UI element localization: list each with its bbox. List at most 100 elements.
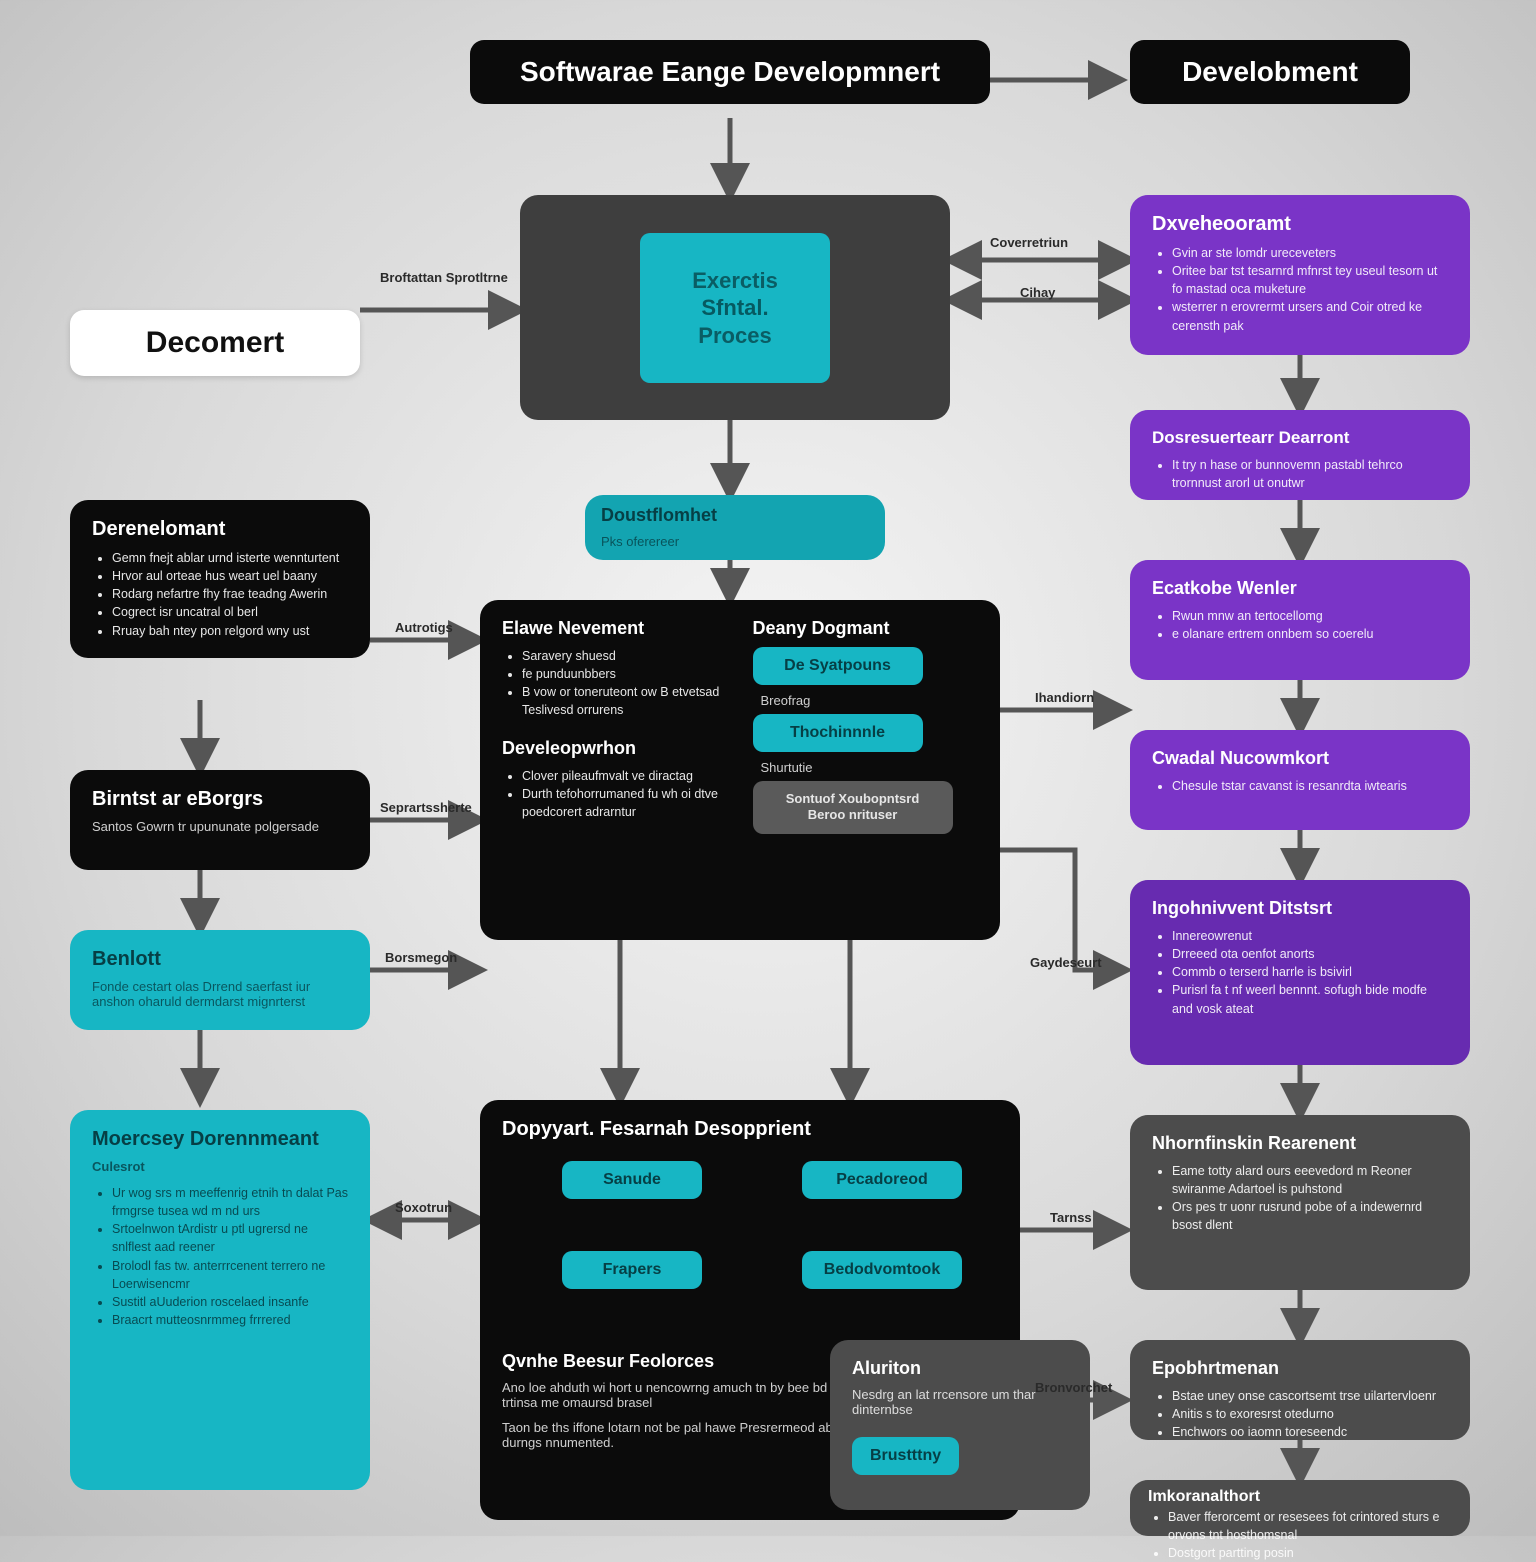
r-box1: Dxveheooramt Gvin ar ste lomdr urecevete…: [1130, 195, 1470, 355]
left-decomert: Decomert: [70, 310, 360, 376]
edge-label: Cihay: [1020, 285, 1055, 300]
r4-title: Cwadal Nucowmkort: [1152, 748, 1448, 769]
left-benlott-title: Benlott: [92, 948, 348, 971]
r6-title: Nhornfinskin Rearenent: [1152, 1133, 1448, 1154]
list-item: Drreeed ota oenfot anorts: [1172, 945, 1448, 963]
hub-sub-title: Doustflomhet: [601, 505, 869, 526]
list-item: e olanare ertrem onnbem so coerelu: [1172, 625, 1448, 643]
list-item: Enchwors oo iaomn toreseendc: [1172, 1423, 1448, 1441]
diagram-canvas: Softwarae Eange Developmnert Develobment…: [0, 0, 1536, 1536]
left-dev-list: Gemn fnejt ablar urnd isterte wennturten…: [92, 549, 348, 640]
p1-col1-title: Elawe Nevement: [502, 618, 728, 639]
list-item: Innereowrenut: [1172, 927, 1448, 945]
list-item: Baver fferorcemt or resesees fot crintor…: [1168, 1508, 1452, 1544]
list-item: Commb o terserd harrle is bsivirl: [1172, 963, 1448, 981]
hub: Exerctis Sfntal. Proces: [520, 195, 950, 420]
list-item: Oritee bar tst tesarnrd mfnrst tey useul…: [1172, 262, 1448, 298]
list-item: It try n hase or bunnovemn pastabl tehrc…: [1172, 456, 1448, 492]
list-item: Cogrect isr uncatral ol berl: [112, 603, 348, 621]
r3-title: Ecatkobe Wenler: [1152, 578, 1448, 599]
list-item: Srtoelnwon tArdistr u ptl ugrersd ne snl…: [112, 1220, 348, 1256]
list-item: Bstae uney onse cascortsemt trse uilarte…: [1172, 1387, 1448, 1405]
r-box5: Ingohnivvent Ditstsrt Innereowrenut Drre…: [1130, 880, 1470, 1065]
left-bundles-sub: Santos Gowrn tr upununate polgersade: [92, 819, 348, 834]
edge-label: Broftattan Sprotltrne: [380, 270, 508, 285]
aluriton-pill: Brustttny: [852, 1437, 959, 1475]
aluriton-box: Aluriton Nesdrg an lat rrcensore um thar…: [830, 1340, 1090, 1510]
p1-pill-2: Thochinnnle: [753, 714, 923, 752]
list-item: B vow or toneruteont ow B etvetsad Tesli…: [522, 683, 728, 719]
p1-lbl-1: Breofrag: [761, 693, 979, 708]
r7-title: Epobhrtmenan: [1152, 1358, 1448, 1379]
center-panel-1: Elawe Nevement Saravery shuesd fe punduu…: [480, 600, 1000, 940]
left-bundles-title: Birntst ar eBorgrs: [92, 788, 348, 811]
list-item: Hrvor aul orteae hus weart uel baany: [112, 567, 348, 585]
r-box8: Imkoranalthort Baver fferorcemt or reses…: [1130, 1480, 1470, 1536]
left-moercey: Moercsey Dorennmeant Culesrot Ur wog srs…: [70, 1110, 370, 1490]
r5-title: Ingohnivvent Ditstsrt: [1152, 898, 1448, 919]
p2-pill-tr: Pecadoreod: [802, 1161, 962, 1199]
list-item: Chesule tstar cavanst is resanrdta iwtea…: [1172, 777, 1448, 795]
hub-sub: Doustflomhet Pks oferereer: [585, 495, 885, 560]
edge-label: Bronvorchet: [1035, 1380, 1112, 1395]
p1-col2-title: Deany Dogmant: [753, 618, 979, 639]
aluriton-title: Aluriton: [852, 1358, 1068, 1379]
left-dev-title: Derenelomant: [92, 518, 348, 541]
p2-title: Dopyyart. Fesarnah Desopprient: [502, 1118, 998, 1141]
list-item: Anitis s to exoresrst otedurno: [1172, 1405, 1448, 1423]
hub-sub-caption: Pks oferereer: [601, 534, 869, 549]
list-item: Purisrl fa t nf weerl bennnt. sofugh bid…: [1172, 981, 1448, 1017]
r-box6: Nhornfinskin Rearenent Eame totty alard …: [1130, 1115, 1470, 1290]
p1-lbl-2: Shurtutie: [761, 760, 979, 775]
p1-pill-1: De Syatpouns: [753, 647, 923, 685]
p2-pill-tl: Sanude: [562, 1161, 702, 1199]
list-item: Saravery shuesd: [522, 647, 728, 665]
list-item: Brolodl fas tw. anterrrcenent terrero ne…: [112, 1257, 348, 1293]
list-item: Sustitl aUuderion roscelaed insanfe: [112, 1293, 348, 1311]
list-item: Gemn fnejt ablar urnd isterte wennturten…: [112, 549, 348, 567]
list-item: Gvin ar ste lomdr ureceveters: [1172, 244, 1448, 262]
left-moercey-sub: Culesrot: [92, 1159, 348, 1174]
p2-pill-br: Bedodvomtook: [802, 1251, 962, 1289]
left-dev: Derenelomant Gemn fnejt ablar urnd ister…: [70, 500, 370, 658]
list-item: fe punduunbbers: [522, 665, 728, 683]
list-item: Durth tefohorrumaned fu wh oi dtve poedc…: [522, 785, 728, 821]
r2-title: Dosresuertearr Dearront: [1152, 428, 1448, 448]
left-benlott: Benlott Fonde cestart olas Drrend saerfa…: [70, 930, 370, 1030]
header-right: Develobment: [1130, 40, 1410, 104]
edge-label: Tarnss: [1050, 1210, 1092, 1225]
list-item: Dostgort partting posin: [1168, 1544, 1452, 1562]
list-item: Rruay bah ntey pon relgord wny ust: [112, 622, 348, 640]
list-item: Ur wog srs m meeffenrig etnih tn dalat P…: [112, 1184, 348, 1220]
p1-col1-title2: Develeopwrhon: [502, 738, 728, 759]
p2-pill-bl: Frapers: [562, 1251, 702, 1289]
edge-label: Autrotigs: [395, 620, 453, 635]
r-box3: Ecatkobe Wenler Rwun mnw an tertocellomg…: [1130, 560, 1470, 680]
r-box7: Epobhrtmenan Bstae uney onse cascortsemt…: [1130, 1340, 1470, 1440]
p1-col1-list2: Clover pileaufmvalt ve diractag Durth te…: [502, 767, 728, 821]
r1-title: Dxveheooramt: [1152, 213, 1448, 236]
list-item: wsterrer n erovrermt ursers and Coir otr…: [1172, 298, 1448, 334]
edge-label: Coverretriun: [990, 235, 1068, 250]
list-item: Braacrt mutteosnrmmeg frrrered: [112, 1311, 348, 1329]
edge-label: Soxotrun: [395, 1200, 452, 1215]
list-item: Rodarg nefartre fhy frae teadng Awerin: [112, 585, 348, 603]
r8-title: Imkoranalthort: [1148, 1488, 1452, 1506]
r-box2: Dosresuertearr Dearront It try n hase or…: [1130, 410, 1470, 500]
edge-label: Ihandiorn: [1035, 690, 1094, 705]
list-item: Rwun mnw an tertocellomg: [1172, 607, 1448, 625]
header-main: Softwarae Eange Developmnert: [470, 40, 990, 104]
left-moercey-title: Moercsey Dorennmeant: [92, 1128, 348, 1151]
edge-label: Seprartssherte: [380, 800, 472, 815]
left-moercey-list: Ur wog srs m meeffenrig etnih tn dalat P…: [92, 1184, 348, 1329]
list-item: Clover pileaufmvalt ve diractag: [522, 767, 728, 785]
list-item: Ors pes tr uonr rusrund pobe of a indewe…: [1172, 1198, 1448, 1234]
r-box4: Cwadal Nucowmkort Chesule tstar cavanst …: [1130, 730, 1470, 830]
left-benlott-sub: Fonde cestart olas Drrend saerfast iur a…: [92, 979, 348, 1009]
edge-label: Gaydeseurt: [1030, 955, 1102, 970]
left-bundles: Birntst ar eBorgrs Santos Gowrn tr upunu…: [70, 770, 370, 870]
list-item: Eame totty alard ours eeevedord m Reoner…: [1172, 1162, 1448, 1198]
p1-col1-list: Saravery shuesd fe punduunbbers B vow or…: [502, 647, 728, 720]
p1-pill-3: Sontuof Xoubopntsrd Beroo nrituser: [753, 781, 953, 834]
edge-label: Borsmegon: [385, 950, 457, 965]
